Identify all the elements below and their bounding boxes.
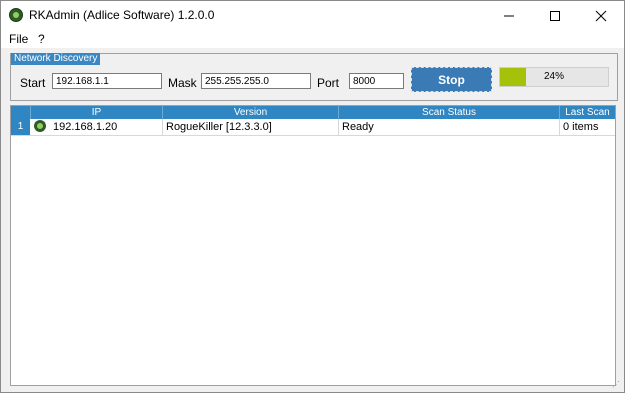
menu-bar: File ? (1, 30, 624, 48)
minimize-icon (504, 15, 514, 16)
network-discovery-group: Network Discovery Start Mask Port Stop 2… (10, 53, 618, 101)
maximize-button[interactable] (532, 1, 578, 30)
row-number: 1 (11, 119, 30, 135)
app-logo-icon (9, 8, 23, 22)
client-area: Network Discovery Start Mask Port Stop 2… (1, 48, 624, 392)
close-icon (595, 10, 607, 21)
app-window: RKAdmin (Adlice Software) 1.2.0.0 File ?… (0, 0, 625, 393)
column-header-scan-status[interactable]: Scan Status (339, 106, 560, 119)
column-header-ip[interactable]: IP (31, 106, 163, 119)
port-input[interactable] (349, 73, 404, 89)
table-row[interactable]: 1 192.168.1.20 RogueKiller [12.3.3.0] Re… (11, 119, 615, 136)
column-header-last-scan[interactable]: Last Scan (560, 106, 615, 119)
start-label: Start (20, 76, 46, 90)
cell-last-scan: 0 items (563, 121, 599, 133)
title-bar[interactable]: RKAdmin (Adlice Software) 1.2.0.0 (1, 1, 624, 30)
scan-progress-bar: 24% (499, 67, 609, 87)
column-header-version[interactable]: Version (163, 106, 339, 119)
cell-scan-status: Ready (339, 119, 560, 135)
mask-label: Mask (168, 76, 197, 90)
stop-button[interactable]: Stop (411, 67, 492, 92)
cell-version: RogueKiller [12.3.3.0] (163, 119, 339, 135)
menu-help[interactable]: ? (38, 32, 45, 46)
close-button[interactable] (578, 1, 624, 30)
table-header: IP Version Scan Status Last Scan (11, 106, 615, 119)
start-ip-input[interactable] (52, 73, 162, 89)
resize-grip-icon[interactable]: ⋰ (612, 381, 620, 389)
window-title: RKAdmin (Adlice Software) 1.2.0.0 (29, 8, 215, 22)
minimize-button[interactable] (486, 1, 532, 30)
agent-status-icon (34, 120, 46, 132)
cell-ip: 192.168.1.20 (31, 119, 163, 135)
cell-ip-text: 192.168.1.20 (53, 121, 118, 133)
header-corner (11, 106, 31, 119)
maximize-icon (550, 10, 560, 21)
menu-file[interactable]: File (9, 32, 28, 46)
group-label: Network Discovery (11, 53, 101, 65)
mask-input[interactable] (201, 73, 311, 89)
progress-text: 24% (543, 71, 564, 82)
agents-table: IP Version Scan Status Last Scan 1 192.1… (10, 105, 616, 386)
port-label: Port (317, 76, 340, 90)
